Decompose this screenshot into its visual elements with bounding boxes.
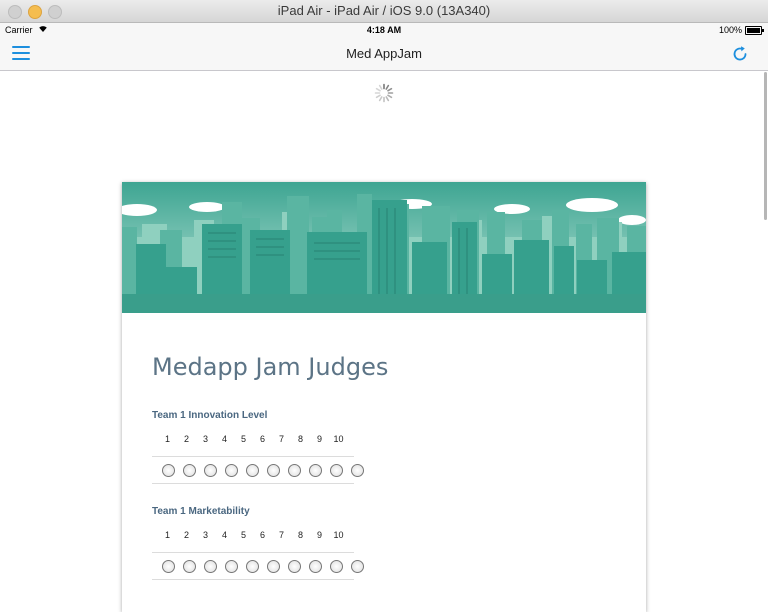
- window-titlebar: iPad Air - iPad Air / iOS 9.0 (13A340): [0, 0, 768, 23]
- scale-number: 7: [278, 434, 284, 444]
- radio-option[interactable]: [309, 559, 322, 573]
- nav-bar: Med AppJam: [0, 38, 768, 71]
- scale-numbers: 1 2 3 4 5 6 7 8 9 10: [152, 530, 354, 548]
- radio-option[interactable]: [225, 559, 238, 573]
- scale-number: 2: [183, 434, 189, 444]
- scale-number: 3: [202, 530, 208, 540]
- scale-number: 8: [297, 530, 303, 540]
- scale-number: 4: [221, 530, 227, 540]
- loading-spinner-icon: [374, 83, 394, 103]
- radio-option[interactable]: [204, 559, 217, 573]
- scale-number: 10: [333, 434, 344, 444]
- radio-option[interactable]: [351, 463, 364, 477]
- radio-option[interactable]: [330, 559, 343, 573]
- scale-number: 1: [164, 434, 170, 444]
- status-bar: Carrier 4:18 AM 100%: [0, 23, 768, 38]
- question-label: Team 1 Marketability: [152, 506, 250, 517]
- scale-number: 10: [333, 530, 344, 540]
- scale-number: 6: [259, 530, 265, 540]
- scale-number: 5: [240, 434, 246, 444]
- status-time: 4:18 AM: [366, 25, 402, 35]
- radio-option[interactable]: [267, 559, 280, 573]
- radio-option[interactable]: [183, 463, 196, 477]
- window-title: iPad Air - iPad Air / iOS 9.0 (13A340): [277, 3, 491, 18]
- rating-scale: 1 2 3 4 5 6 7 8 9 10: [152, 530, 364, 580]
- scale-number: 2: [183, 530, 189, 540]
- radio-option[interactable]: [246, 463, 259, 477]
- scale-number: 4: [221, 434, 227, 444]
- radio-option[interactable]: [288, 463, 301, 477]
- radio-option[interactable]: [183, 559, 196, 573]
- scale-number: 9: [316, 530, 322, 540]
- scale-number: 7: [278, 530, 284, 540]
- scale-number: 1: [164, 530, 170, 540]
- battery-icon: [745, 26, 764, 35]
- radio-option[interactable]: [351, 559, 364, 573]
- radio-option[interactable]: [225, 463, 238, 477]
- scale-number: 9: [316, 434, 322, 444]
- question-label: Team 1 Innovation Level: [152, 410, 268, 421]
- radio-row: [152, 456, 364, 484]
- radio-option[interactable]: [162, 559, 175, 573]
- radio-option[interactable]: [246, 559, 259, 573]
- radio-option[interactable]: [267, 463, 280, 477]
- scale-number: 3: [202, 434, 208, 444]
- radio-option[interactable]: [288, 559, 301, 573]
- battery-percent: 100%: [718, 25, 742, 35]
- form-card: Medapp Jam Judges Team 1 Innovation Leve…: [122, 182, 646, 612]
- scale-number: 5: [240, 530, 246, 540]
- scale-number: 6: [259, 434, 265, 444]
- radio-option[interactable]: [162, 463, 175, 477]
- city-skyline-banner: [122, 182, 646, 313]
- refresh-icon[interactable]: [730, 44, 750, 64]
- rating-scale: 1 2 3 4 5 6 7 8 9 10: [152, 434, 364, 484]
- radio-option[interactable]: [204, 463, 217, 477]
- scale-numbers: 1 2 3 4 5 6 7 8 9 10: [152, 434, 354, 452]
- page-scrollbar[interactable]: [764, 72, 767, 220]
- scale-number: 8: [297, 434, 303, 444]
- nav-title: Med AppJam: [346, 46, 422, 61]
- form-title: Medapp Jam Judges: [152, 353, 389, 381]
- radio-option[interactable]: [309, 463, 322, 477]
- radio-option[interactable]: [330, 463, 343, 477]
- radio-row: [152, 552, 364, 580]
